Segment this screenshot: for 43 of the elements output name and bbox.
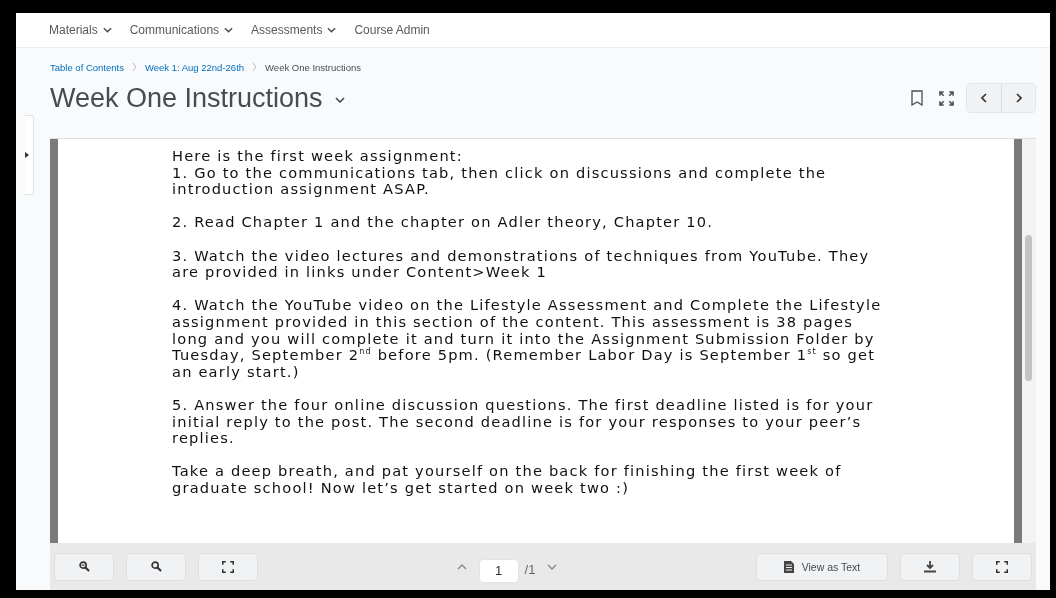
chevron-down-icon[interactable] [327, 27, 337, 33]
breadcrumb-current: Week One Instructions [265, 61, 361, 73]
fit-page-button[interactable] [198, 552, 258, 581]
breadcrumb-link[interactable]: Week 1: Aug 22nd-26th [144, 61, 245, 73]
page-total: /1 [524, 562, 536, 577]
fullscreen-icon [996, 560, 1008, 573]
document-icon [783, 560, 794, 573]
expand-icon [222, 560, 234, 573]
chevron-left-icon [981, 93, 987, 103]
page-down-icon[interactable] [547, 563, 558, 570]
view-as-text-button[interactable]: View as Text [756, 552, 888, 581]
document-paragraph: 3. Watch the video lectures and demonstrations of techniques from YouTube. They are provided in links under Content>Week 1 [172, 247, 871, 281]
zoom-in-icon [150, 561, 162, 572]
zoom-out-button[interactable] [54, 552, 114, 581]
breadcrumb-link[interactable]: Table of Contents [50, 61, 124, 73]
chevron-down-icon[interactable] [224, 27, 234, 33]
chevron-down-icon[interactable] [334, 97, 345, 103]
chevron-down-icon[interactable] [102, 27, 112, 33]
page-up-icon[interactable] [456, 563, 467, 570]
page-title: Week One Instructions [50, 82, 323, 114]
scrollbar[interactable] [1022, 139, 1036, 543]
next-button[interactable] [1001, 84, 1035, 112]
zoom-in-button[interactable] [126, 552, 186, 581]
fullscreen-icon[interactable] [939, 90, 954, 106]
side-panel-handle[interactable] [25, 115, 34, 195]
nav-menu-item[interactable]: Communications [129, 23, 234, 37]
download-button[interactable] [900, 552, 960, 581]
bookmark-icon[interactable] [911, 90, 923, 106]
document-paragraph: Take a deep breath, and pat yourself on the back for finishing the first week of graduate school! Now let’s get started on week two :) [172, 463, 843, 497]
document-paragraph: 2. Read Chapter 1 and the chapter on Adler theory, Chapter 10. [172, 214, 715, 231]
page-number-field[interactable]: 1 [478, 558, 519, 583]
document-paragraph: 4. Watch the YouTube video on the Lifestyle Assessment and Complete the Lifestyle assignment provided in this section of the content. This assessment is 38 pages long and you will complete it and turn it into the Assignment Submission Folder by Tuesday, September 2$^{nd}$ before 5pm. (Remember Labor Day is September 1$^{st}$ so get an early start.) [172, 297, 883, 381]
chevron-right-icon [1015, 93, 1022, 103]
nav-menu-item[interactable]: Materials [49, 23, 112, 37]
zoom-out-icon [78, 561, 90, 572]
download-icon [924, 560, 936, 573]
nav-menu-item[interactable]: Course Admin [354, 23, 430, 37]
nav-menu-item[interactable]: Assessments [251, 23, 337, 37]
breadcrumb-separator-icon [131, 62, 137, 72]
fullscreen-button[interactable] [972, 552, 1032, 581]
document-paragraph: Here is the first week assignment: 1. Go to the communications tab, then click on discussions and complete the introduction assignment ASAP. [172, 148, 828, 198]
breadcrumb-separator-icon [252, 62, 258, 72]
document-paragraph: 5. Answer the four online discussion questions. The first deadline listed is for your initial reply to the post. The second deadline is for your responses to your peer’s replies. [172, 396, 875, 447]
